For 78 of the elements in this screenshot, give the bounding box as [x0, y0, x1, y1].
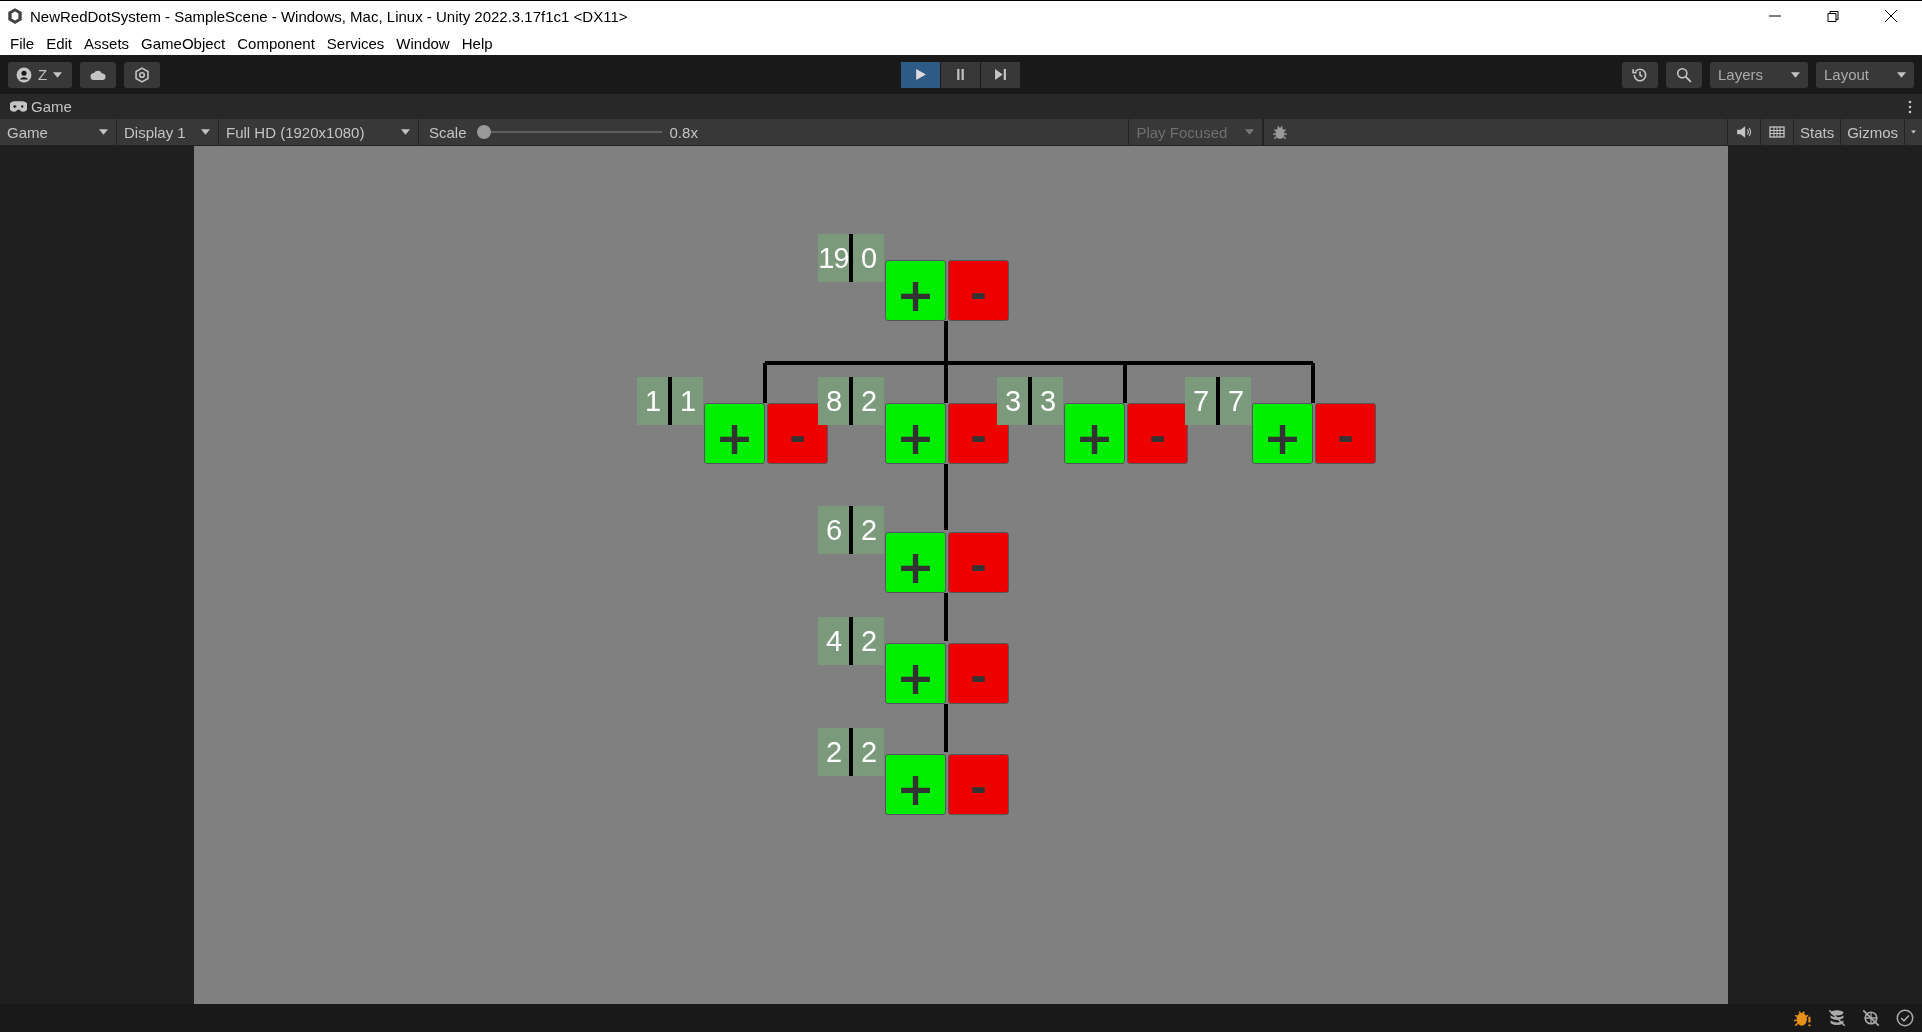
connector-line — [944, 704, 948, 752]
scale-label: Scale — [429, 123, 467, 141]
menu-item[interactable]: Services — [320, 34, 391, 52]
menu-item[interactable]: Edit — [40, 34, 79, 52]
bug-icon — [1272, 124, 1289, 140]
layout-dropdown[interactable]: Layout — [1816, 61, 1914, 88]
window-title: NewRedDotSystem - SampleScene - Windows, Mac, Linux - Unity 2022.3.17f1c1 <DX11> — [30, 7, 628, 25]
count-badge: 4 — [818, 617, 853, 665]
menu-item[interactable]: Window — [390, 34, 456, 52]
add-button[interactable]: + — [885, 643, 946, 704]
count-badge: 2 — [818, 728, 853, 776]
speaker-icon — [1736, 124, 1752, 140]
account-button[interactable]: Z — [8, 61, 72, 88]
restore-icon[interactable] — [1826, 9, 1840, 23]
add-button[interactable]: + — [885, 403, 946, 464]
count-badge: 3 — [997, 377, 1032, 425]
menu-item[interactable]: File — [4, 34, 41, 52]
caret-icon — [201, 129, 210, 135]
connector-line — [944, 464, 948, 530]
database-off-icon[interactable] — [1828, 1009, 1846, 1027]
pause-icon — [954, 68, 967, 81]
scale-slider[interactable] — [476, 125, 662, 139]
add-button[interactable]: + — [1064, 403, 1125, 464]
count-badge: 19 — [818, 234, 853, 282]
caret-icon — [1897, 71, 1906, 78]
count-badge: 2 — [853, 377, 884, 425]
more-options-icon[interactable] — [1908, 99, 1912, 114]
play-button[interactable] — [901, 61, 940, 88]
count-badge: 7 — [1185, 377, 1220, 425]
add-button[interactable]: + — [885, 754, 946, 815]
grid-icon — [1769, 124, 1785, 140]
count-badge: 2 — [853, 506, 884, 554]
pause-button[interactable] — [941, 61, 980, 88]
close-icon[interactable] — [1884, 9, 1898, 23]
add-button[interactable]: + — [1252, 403, 1313, 464]
search-icon — [1676, 66, 1692, 83]
count-badge: 8 — [818, 377, 853, 425]
hexagon-icon — [134, 66, 150, 83]
add-button[interactable]: + — [885, 532, 946, 593]
menu-item[interactable]: Help — [455, 34, 499, 52]
menu-item[interactable]: GameObject — [135, 34, 232, 52]
caret-icon — [1911, 129, 1916, 135]
menu-item[interactable]: Component — [231, 34, 321, 52]
bug-warning-icon[interactable] — [1794, 1009, 1812, 1027]
caret-icon — [401, 129, 410, 135]
count-badge: 0 — [853, 234, 884, 282]
count-badge: 1 — [637, 377, 672, 425]
caret-icon — [53, 71, 63, 78]
count-badge: 1 — [672, 377, 703, 425]
history-button[interactable] — [1622, 61, 1658, 88]
count-badge: 7 — [1220, 377, 1251, 425]
menu-item[interactable]: Assets — [78, 34, 136, 52]
add-button[interactable]: + — [885, 260, 946, 321]
step-button[interactable] — [981, 61, 1020, 88]
tab-label: Game — [31, 98, 72, 115]
caret-icon — [99, 129, 108, 135]
cloud-button[interactable] — [80, 61, 116, 88]
scale-value: 0.8x — [669, 123, 698, 141]
step-icon — [994, 68, 1007, 81]
count-badge: 2 — [853, 728, 884, 776]
caret-icon — [1791, 71, 1800, 78]
check-circle-icon[interactable] — [1896, 1009, 1914, 1027]
settings-button[interactable] — [124, 61, 160, 88]
layers-dropdown[interactable]: Layers — [1710, 61, 1808, 88]
connector-line — [944, 593, 948, 641]
unity-logo-icon — [6, 7, 24, 25]
count-badge: 2 — [853, 617, 884, 665]
caret-icon — [1245, 129, 1255, 135]
gamepad-icon — [10, 101, 27, 112]
count-badge: 6 — [818, 506, 853, 554]
search-button[interactable] — [1666, 61, 1702, 88]
network-off-icon[interactable] — [1862, 1009, 1880, 1027]
game-tab[interactable]: Game — [10, 98, 72, 115]
play-icon — [914, 68, 927, 81]
history-icon — [1632, 66, 1648, 83]
add-button[interactable]: + — [704, 403, 765, 464]
count-badge: 3 — [1032, 377, 1063, 425]
person-icon — [16, 66, 32, 83]
